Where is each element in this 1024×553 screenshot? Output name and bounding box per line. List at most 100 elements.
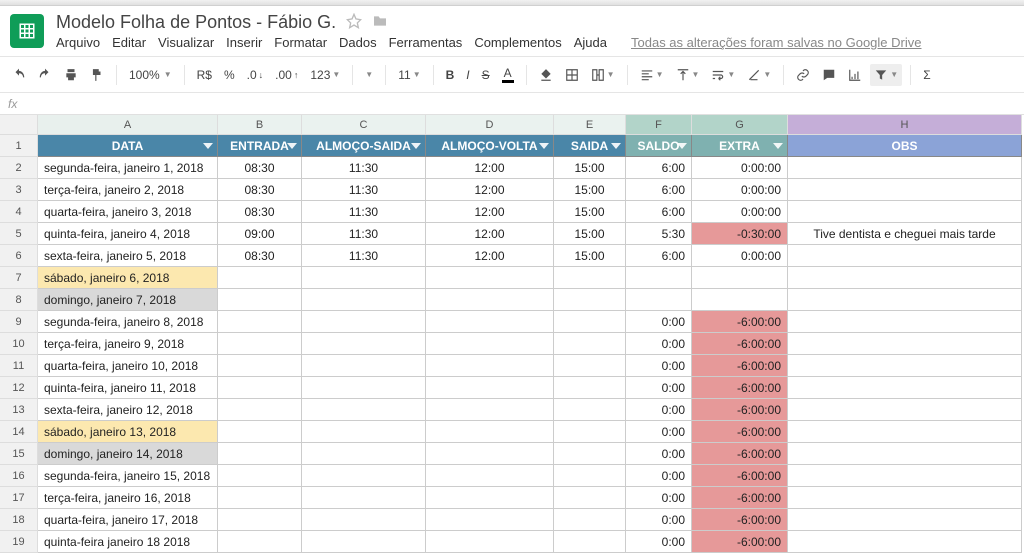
cell-almoco-saida[interactable] [302,399,426,421]
paint-format-button[interactable] [86,64,108,86]
cell-saida[interactable]: 15:00 [554,157,626,179]
cell-almoco-volta[interactable] [426,531,554,553]
currency-button[interactable]: R$ [193,64,216,86]
cell-almoco-volta[interactable]: 12:00 [426,157,554,179]
rotate-button[interactable]: ▼ [743,64,775,86]
row-head[interactable]: 11 [0,355,38,377]
menu-ferramentas[interactable]: Ferramentas [389,35,463,50]
cell-saida[interactable] [554,465,626,487]
cell-saida[interactable] [554,267,626,289]
row-head[interactable]: 12 [0,377,38,399]
cell-date[interactable]: quinta-feira, janeiro 11, 2018 [38,377,218,399]
cell-obs[interactable] [788,333,1022,355]
cell-saida[interactable] [554,421,626,443]
row-head[interactable]: 5 [0,223,38,245]
font-dropdown[interactable]: ▼ [361,66,377,83]
chart-button[interactable] [844,64,866,86]
cell-almoco-saida[interactable] [302,355,426,377]
select-all-corner[interactable] [0,115,38,135]
col-head-a[interactable]: A [38,115,218,135]
valign-button[interactable]: ▼ [672,64,704,86]
cell-obs[interactable] [788,377,1022,399]
cell-almoco-volta[interactable] [426,421,554,443]
row-head[interactable]: 19 [0,531,38,553]
col-head-h[interactable]: H [788,115,1022,135]
cell-saida[interactable] [554,487,626,509]
link-button[interactable] [792,64,814,86]
cell-almoco-saida[interactable] [302,531,426,553]
cell-date[interactable]: segunda-feira, janeiro 15, 2018 [38,465,218,487]
cell-almoco-saida[interactable]: 11:30 [302,201,426,223]
cell-almoco-volta[interactable] [426,377,554,399]
cell-date[interactable]: quarta-feira, janeiro 10, 2018 [38,355,218,377]
cell-almoco-volta[interactable] [426,465,554,487]
cell-saldo[interactable]: 0:00 [626,465,692,487]
row-head[interactable]: 17 [0,487,38,509]
cell-entrada[interactable] [218,267,302,289]
cell-saldo[interactable]: 0:00 [626,311,692,333]
cell-entrada[interactable] [218,377,302,399]
hdr-extra[interactable]: EXTRA [692,135,788,157]
cell-extra[interactable]: -6:00:00 [692,531,788,553]
cell-saida[interactable] [554,377,626,399]
menu-editar[interactable]: Editar [112,35,146,50]
filter-icon[interactable] [677,143,687,149]
functions-button[interactable]: Σ [919,64,934,86]
cell-extra[interactable]: -6:00:00 [692,487,788,509]
filter-icon[interactable] [539,143,549,149]
bold-button[interactable]: B [442,64,459,86]
cell-entrada[interactable] [218,355,302,377]
cell-saldo[interactable]: 0:00 [626,377,692,399]
borders-button[interactable] [561,64,583,86]
menu-ajuda[interactable]: Ajuda [574,35,607,50]
cell-almoco-saida[interactable] [302,421,426,443]
cell-almoco-saida[interactable] [302,289,426,311]
cell-extra[interactable]: 0:00:00 [692,179,788,201]
cell-date[interactable]: terça-feira, janeiro 9, 2018 [38,333,218,355]
cell-saldo[interactable]: 0:00 [626,421,692,443]
cell-obs[interactable] [788,399,1022,421]
hdr-obs[interactable]: OBS [788,135,1022,157]
cell-entrada[interactable]: 09:00 [218,223,302,245]
hdr-data[interactable]: DATA [38,135,218,157]
cell-date[interactable]: segunda-feira, janeiro 8, 2018 [38,311,218,333]
menu-dados[interactable]: Dados [339,35,377,50]
cell-date[interactable]: terça-feira, janeiro 16, 2018 [38,487,218,509]
cell-saldo[interactable]: 6:00 [626,157,692,179]
menu-complementos[interactable]: Complementos [474,35,561,50]
cell-extra[interactable]: -6:00:00 [692,333,788,355]
cell-obs[interactable] [788,443,1022,465]
cell-obs[interactable] [788,289,1022,311]
col-head-c[interactable]: C [302,115,426,135]
row-head[interactable]: 10 [0,333,38,355]
cell-almoco-volta[interactable]: 12:00 [426,201,554,223]
filter-icon[interactable] [611,143,621,149]
cell-date[interactable]: terça-feira, janeiro 2, 2018 [38,179,218,201]
row-head[interactable]: 6 [0,245,38,267]
cell-saldo[interactable]: 0:00 [626,531,692,553]
menu-arquivo[interactable]: Arquivo [56,35,100,50]
cell-extra[interactable]: -6:00:00 [692,377,788,399]
cell-saldo[interactable]: 0:00 [626,399,692,421]
cell-obs[interactable]: Tive dentista e cheguei mais tarde [788,223,1022,245]
cell-obs[interactable] [788,267,1022,289]
cell-date[interactable]: sábado, janeiro 13, 2018 [38,421,218,443]
cell-saida[interactable]: 15:00 [554,179,626,201]
cell-entrada[interactable]: 08:30 [218,245,302,267]
cell-almoco-volta[interactable] [426,267,554,289]
filter-icon[interactable] [411,143,421,149]
cell-almoco-saida[interactable] [302,267,426,289]
print-button[interactable] [60,64,82,86]
cell-extra[interactable]: -6:00:00 [692,399,788,421]
cell-extra[interactable]: -6:00:00 [692,311,788,333]
cell-entrada[interactable] [218,333,302,355]
col-head-f[interactable]: F [626,115,692,135]
cell-almoco-volta[interactable]: 12:00 [426,179,554,201]
row-head-1[interactable]: 1 [0,135,38,157]
cell-almoco-saida[interactable]: 11:30 [302,223,426,245]
cell-extra[interactable]: -6:00:00 [692,421,788,443]
cell-saldo[interactable]: 0:00 [626,355,692,377]
cell-saida[interactable] [554,333,626,355]
hdr-saida[interactable]: SAIDA [554,135,626,157]
cell-saida[interactable] [554,531,626,553]
